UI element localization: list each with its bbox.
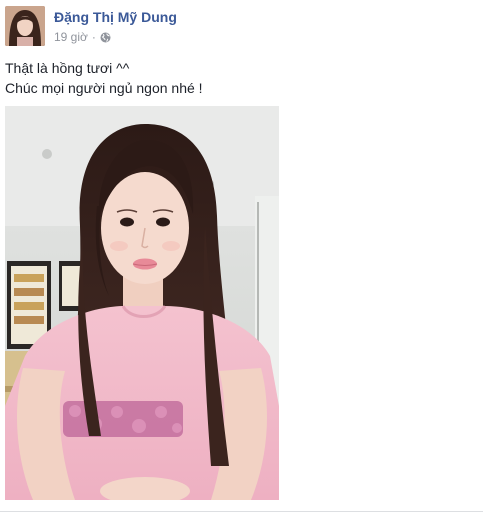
facebook-post: Đặng Thị Mỹ Dung 19 giờ · Thật là hồng t… [0,0,483,513]
globe-icon[interactable] [100,32,111,43]
author-avatar[interactable] [5,6,45,46]
post-timestamp[interactable]: 19 giờ [54,30,88,44]
post-message-line-2: Chúc mọi người ngủ ngon nhé ! [5,80,203,96]
selfie-photo-image [5,106,279,500]
meta-separator: · [91,30,96,44]
post-message: Thật là hồng tươi ^^ Chúc mọi người ngủ … [5,58,203,98]
avatar-image [5,6,45,46]
post-photo[interactable] [5,106,279,500]
post-meta: 19 giờ · [54,30,111,44]
post-divider [0,511,483,512]
author-name-link[interactable]: Đặng Thị Mỹ Dung [54,9,177,25]
post-message-line-1: Thật là hồng tươi ^^ [5,60,130,76]
